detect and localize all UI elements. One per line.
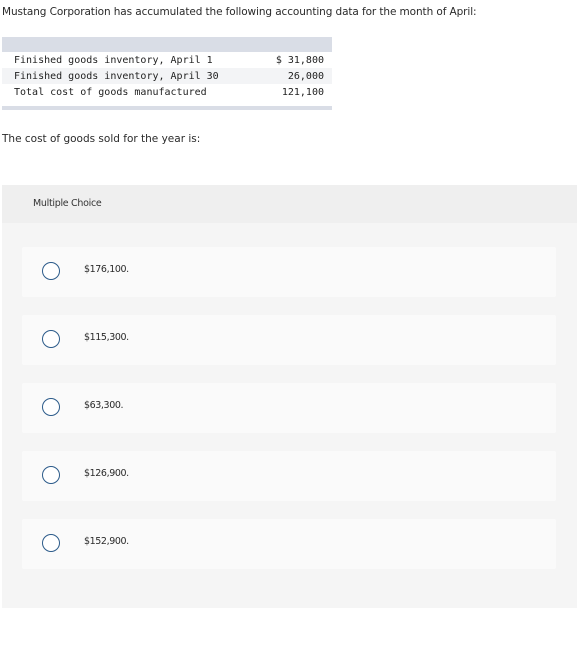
row-value: $ 31,800 [275, 54, 324, 66]
radio-button-icon[interactable] [42, 330, 60, 348]
multiple-choice-header: Multiple Choice [2, 185, 577, 223]
multiple-choice-panel: Multiple Choice $176,100. $115,300. $63,… [2, 185, 577, 608]
table-header-bar [2, 37, 332, 52]
option-label: $63,300. [84, 400, 124, 411]
table-footer-bar [2, 106, 332, 110]
question-text: The cost of goods sold for the year is: [2, 133, 201, 145]
option-label: $115,300. [84, 332, 129, 343]
table-row: Finished goods inventory, April 30 26,00… [2, 68, 332, 84]
option-label: $126,900. [84, 468, 129, 479]
radio-button-icon[interactable] [42, 398, 60, 416]
radio-button-icon[interactable] [42, 534, 60, 552]
answer-option[interactable]: $126,900. [22, 451, 556, 501]
row-label: Total cost of goods manufactured [14, 86, 207, 98]
answer-option[interactable]: $152,900. [22, 519, 556, 569]
multiple-choice-title: Multiple Choice [33, 198, 102, 209]
row-value: 26,000 [287, 70, 324, 82]
intro-text: Mustang Corporation has accumulated the … [2, 6, 477, 18]
row-label: Finished goods inventory, April 30 [14, 70, 219, 82]
option-label: $152,900. [84, 536, 129, 547]
answer-option[interactable]: $63,300. [22, 383, 556, 433]
row-label: Finished goods inventory, April 1 [14, 54, 213, 66]
radio-button-icon[interactable] [42, 262, 60, 280]
radio-button-icon[interactable] [42, 466, 60, 484]
row-value: 121,100 [281, 86, 324, 98]
table-row: Finished goods inventory, April 1 $ 31,8… [2, 52, 332, 68]
answer-option[interactable]: $115,300. [22, 315, 556, 365]
table-row: Total cost of goods manufactured 121,100 [2, 84, 332, 100]
option-label: $176,100. [84, 264, 129, 275]
answer-option[interactable]: $176,100. [22, 247, 556, 297]
